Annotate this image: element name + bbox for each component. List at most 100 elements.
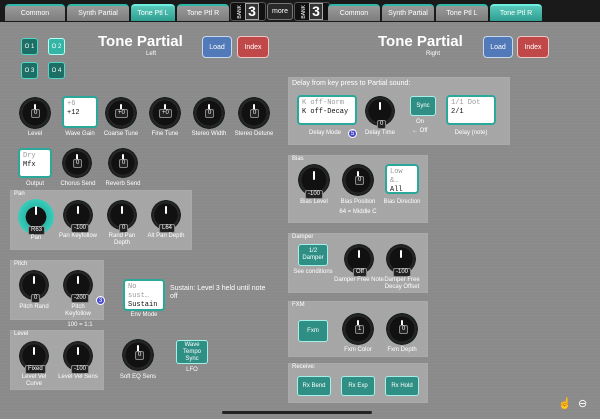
bank-selector-right[interactable]: BANK 3 bbox=[294, 2, 330, 21]
env-mode-label: Env Mode bbox=[130, 312, 158, 318]
stereo-detune-label: Stereo Detune bbox=[234, 131, 274, 137]
tab-tone-ptl-r-left[interactable]: Tone Ptl R bbox=[177, 4, 229, 21]
output-label: Output bbox=[25, 181, 44, 187]
pitch-rand-value: 0 bbox=[31, 294, 41, 303]
tab-tone-ptl-l-left[interactable]: Tone Ptl L bbox=[131, 4, 175, 21]
bias-direction-picker[interactable]: Low &… All bbox=[385, 164, 419, 194]
soft-eq-sens-value: 0 bbox=[135, 351, 145, 360]
osc-2-button[interactable]: O 2 bbox=[48, 38, 65, 55]
osc-1-button[interactable]: O 1 bbox=[21, 38, 38, 55]
damper-free-note-value: Off bbox=[353, 268, 367, 277]
index-button-left[interactable]: Index bbox=[237, 36, 269, 58]
hand-pointer-icon[interactable]: ☝ bbox=[558, 397, 572, 410]
alt-pan-depth-label: Alt Pan Depth bbox=[147, 233, 185, 239]
pitch-keyfollow-value: -200 bbox=[71, 294, 90, 303]
page-title-right: Tone Partial bbox=[378, 33, 463, 50]
delay-time-label: Delay Time bbox=[364, 130, 395, 136]
bank-number: 3 bbox=[245, 3, 259, 20]
pan-keyfollow-value: -100 bbox=[71, 224, 90, 233]
fine-tune-value: +0 bbox=[159, 109, 172, 118]
tab-synth-partial-right[interactable]: Synth Partial bbox=[382, 4, 434, 21]
wave-tempo-sync-button[interactable]: Wave Tempo Sync bbox=[176, 340, 208, 364]
fxm-depth-value: 0 bbox=[399, 325, 409, 334]
receive-panel-title: Receive: bbox=[292, 364, 316, 370]
fine-tune-label: Fine Tune bbox=[151, 131, 179, 137]
zoom-out-icon[interactable]: ⊖ bbox=[578, 397, 587, 410]
fxm-button[interactable]: Fxm bbox=[298, 320, 328, 342]
index-button-right[interactable]: Index bbox=[517, 36, 549, 58]
level-panel-title: Level bbox=[14, 331, 29, 337]
env-mode-note: Sustain: Level 3 held until note off bbox=[170, 285, 266, 300]
wave-gain-picker[interactable]: +6 +12 bbox=[62, 96, 98, 128]
stereo-width-label: Stereo Width bbox=[191, 131, 227, 137]
damper-panel-title: Damper bbox=[292, 234, 314, 240]
damper-decay-offset-value: -100 bbox=[393, 268, 412, 277]
sync-off-label: ← Off bbox=[412, 128, 428, 134]
bank-selector-left[interactable]: BANK 3 bbox=[230, 2, 266, 21]
pan-label: Pan bbox=[30, 235, 42, 241]
bias-level-value: -100 bbox=[305, 190, 324, 199]
bank-number: 3 bbox=[309, 3, 323, 20]
rx-hold-button[interactable]: Rx Hold bbox=[385, 376, 419, 396]
level-vel-curve-value: Fixed bbox=[25, 365, 46, 374]
wave-gain-label: Wave Gain bbox=[65, 131, 95, 137]
tab-tone-ptl-l-right[interactable]: Tone Ptl L bbox=[436, 4, 488, 21]
bias-position-label: Bias Position bbox=[340, 199, 376, 205]
osc-3-button[interactable]: O 3 bbox=[21, 62, 38, 79]
pitch-panel-title: Pitch bbox=[14, 261, 28, 267]
level-vel-curve-label: Level Vel Curve bbox=[21, 374, 47, 387]
bias-direction-label: Bias Direction bbox=[383, 199, 421, 205]
page-title-left: Tone Partial bbox=[98, 33, 183, 50]
alt-pan-depth-value: L64 bbox=[159, 224, 176, 233]
rx-bend-button[interactable]: Rx Bend bbox=[297, 376, 331, 396]
tab-synth-partial-left[interactable]: Synth Partial bbox=[67, 4, 129, 21]
fxm-depth-label: Fxm Depth bbox=[387, 347, 417, 353]
output-picker[interactable]: Dry Mfx bbox=[18, 148, 52, 178]
env-mode-picker[interactable]: No sust… Sustain bbox=[123, 279, 165, 311]
level-vel-sens-label: Level Vel Sens bbox=[58, 374, 98, 380]
stereo-width-value: 0 bbox=[205, 109, 215, 118]
level-label: Level bbox=[27, 131, 43, 137]
info-badge[interactable]: 5 bbox=[348, 129, 357, 138]
damper-note: See conditions bbox=[293, 269, 333, 275]
page-subtitle-right: Right bbox=[426, 51, 441, 57]
soft-eq-sens-label: Soft EQ Sens bbox=[119, 374, 157, 380]
osc-4-button[interactable]: O 4 bbox=[48, 62, 65, 79]
home-indicator[interactable] bbox=[222, 411, 372, 414]
more-button[interactable]: more bbox=[267, 3, 293, 20]
delay-time-value: 0 bbox=[377, 120, 387, 129]
coarse-tune-label: Coarse Tune bbox=[103, 131, 139, 137]
reverb-send-value: 0 bbox=[119, 159, 129, 168]
pitch-note: 100 = 1:1 bbox=[67, 322, 93, 328]
tab-tone-ptl-r-right[interactable]: Tone Ptl R bbox=[490, 4, 542, 21]
bias-level-label: Bias Level bbox=[300, 199, 328, 205]
damper-decay-offset-label: Damper Free Decay Offset bbox=[384, 277, 420, 290]
rx-exp-button[interactable]: Rx Exp bbox=[341, 376, 375, 396]
bias-position-value: 0 bbox=[355, 176, 365, 185]
sync-button[interactable]: Sync bbox=[410, 96, 436, 116]
half-damper-button[interactable]: 1/2 Damper bbox=[298, 244, 328, 266]
page-subtitle-left: Left bbox=[146, 51, 157, 57]
delay-mode-picker[interactable]: K off-Norm K off-Decay bbox=[297, 95, 357, 125]
pan-keyfollow-label: Pan Keyfollow bbox=[58, 233, 98, 239]
lfo-label: LFO bbox=[186, 367, 198, 373]
pitch-rand-label: Pitch Rand bbox=[19, 304, 49, 310]
coarse-tune-value: +0 bbox=[115, 109, 128, 118]
rand-pan-depth-label: Rand Pan Depth bbox=[108, 233, 136, 246]
stereo-detune-value: 0 bbox=[250, 109, 260, 118]
rand-pan-depth-value: 0 bbox=[119, 224, 129, 233]
pan-value: R63 bbox=[28, 226, 46, 235]
info-badge[interactable]: 3 bbox=[96, 296, 105, 305]
delay-mode-label: Delay Mode bbox=[308, 130, 341, 136]
load-button-right[interactable]: Load bbox=[483, 36, 513, 58]
tab-common-left[interactable]: Common bbox=[5, 4, 65, 21]
pan-panel-title: Pan bbox=[14, 191, 25, 197]
level-vel-sens-value: -100 bbox=[71, 365, 90, 374]
tab-common-right[interactable]: Common bbox=[328, 4, 380, 21]
delay-panel-title: Delay from key press to Partial sound: bbox=[292, 80, 411, 87]
delay-note-picker[interactable]: 1/1 Dot 2/1 bbox=[446, 95, 496, 125]
bank-label: BANK bbox=[301, 4, 308, 19]
fxm-color-label: Fxm Color bbox=[344, 347, 372, 353]
sync-on-label: On bbox=[416, 119, 425, 125]
load-button-left[interactable]: Load bbox=[202, 36, 232, 58]
